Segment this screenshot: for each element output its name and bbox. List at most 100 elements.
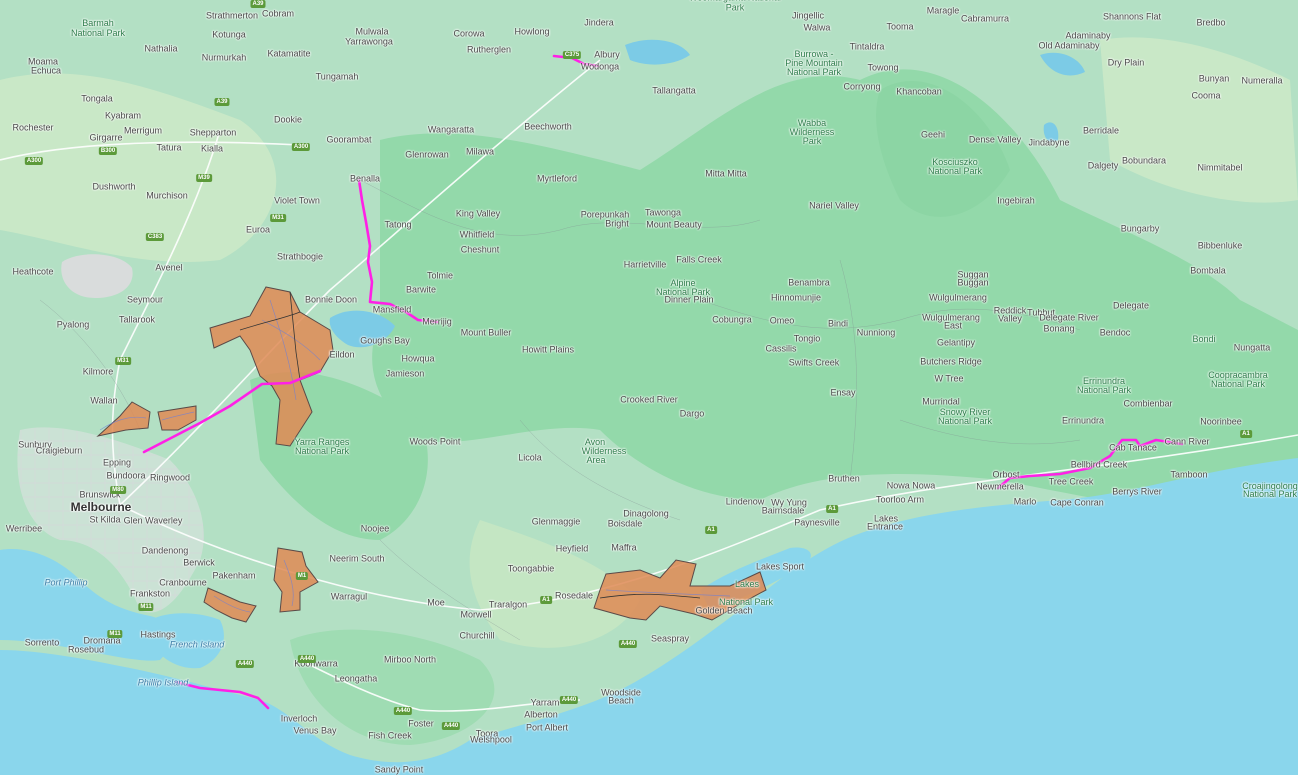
place-label: Khancoban (896, 86, 942, 97)
place-label: Delegate (1112, 300, 1150, 311)
place-label: Mount Buller (460, 327, 512, 338)
place-label: Cann River (1164, 436, 1210, 447)
place-label: National Park (1210, 378, 1266, 389)
place-label: Merrijig (422, 316, 452, 327)
place-label: Nunniong (856, 327, 896, 338)
route-shield-icon: M11 (107, 630, 123, 638)
place-label: Cabramurra (960, 13, 1010, 24)
place-label: Newmerella (976, 481, 1024, 492)
place-label: Glenrowan (405, 149, 449, 160)
place-label: Inverloch (280, 713, 318, 724)
place-label: Tatong (384, 219, 412, 230)
place-label: Bonnie Doon (304, 294, 358, 305)
place-label: Alberton (524, 709, 558, 720)
place-label: Boisdale (607, 518, 643, 529)
place-label: Tolmie (426, 270, 454, 281)
place-label: Kilmore (82, 366, 114, 377)
place-label: Rosedale (554, 590, 594, 601)
place-label: National Park (718, 596, 774, 607)
place-label: Lakes Sport (755, 561, 805, 572)
place-label: Harrietville (623, 259, 667, 270)
place-label: Numeralla (1241, 75, 1283, 86)
route-shield-icon: C383 (145, 233, 165, 241)
place-label: National Park (937, 415, 993, 426)
place-label: Berridale (1082, 125, 1120, 136)
place-label: Bonang (1043, 323, 1075, 334)
place-label: Tallangatta (652, 85, 696, 96)
place-label: Kialla (200, 143, 224, 154)
route-shield-icon: A300 (24, 157, 44, 165)
place-label: Tongala (81, 93, 113, 104)
place-label: Tungamah (315, 71, 359, 82)
place-label: Hastings (140, 629, 176, 640)
place-label: Wodonga (580, 61, 620, 72)
place-label: Eildon (329, 349, 355, 360)
place-label: Mansfield (372, 304, 412, 315)
place-label: Mount Beauty (646, 219, 702, 230)
place-label: Cape Conran (1050, 497, 1104, 508)
place-label: Tree Creek (1048, 476, 1094, 487)
place-label: Howitt Plains (521, 344, 575, 355)
place-label: Goughs Bay (360, 335, 410, 346)
place-label: Cranbourne (159, 577, 207, 588)
place-label: Murchison (146, 190, 188, 201)
place-label: Milawa (465, 146, 495, 157)
place-label: National Park (294, 445, 350, 456)
place-label: Bungarby (1120, 223, 1160, 234)
place-label: Benambra (788, 277, 830, 288)
place-label: Butchers Ridge (920, 356, 982, 367)
place-label: Entrance (866, 521, 904, 532)
place-label: Euroa (245, 224, 271, 235)
place-label: Hinnomunjie (770, 292, 822, 303)
place-label: Licola (518, 452, 542, 463)
place-label: Nathalia (144, 43, 178, 54)
place-label: King Valley (455, 208, 501, 219)
place-label: Dushworth (92, 181, 136, 192)
place-label: Mitta Mitta (705, 168, 747, 179)
route-shield-icon: M31 (270, 214, 286, 222)
place-label: Echuca (30, 65, 62, 76)
place-label: Warragul (330, 591, 368, 602)
place-label: Nowa Nowa (886, 480, 936, 491)
place-label: Morwell (460, 609, 492, 620)
place-label: Park (802, 135, 822, 146)
place-label: Bindi (827, 318, 849, 329)
route-shield-icon: M80 (110, 486, 126, 494)
place-label: Kyabram (104, 110, 142, 121)
place-label: Dookie (273, 114, 303, 125)
place-label: Howqua (401, 353, 435, 364)
place-label: Sorrento (24, 637, 60, 648)
route-shield-icon: M11 (138, 603, 154, 611)
place-label: Murrindal (922, 396, 960, 407)
place-label: Noorinbee (1200, 416, 1242, 427)
place-label: Leongatha (334, 673, 378, 684)
place-label: Nungatta (1233, 342, 1271, 353)
place-label: Yarram (530, 697, 560, 708)
place-label: Avenel (155, 262, 183, 273)
place-label: Kotunga (212, 29, 246, 40)
place-label: Woods Point (409, 436, 461, 447)
place-label: Bombala (1190, 265, 1226, 276)
place-label: Bobundara (1121, 155, 1167, 166)
route-shield-icon: M39 (196, 174, 212, 182)
place-label: East (943, 320, 963, 331)
route-shield-icon: A39 (250, 0, 266, 8)
place-label: Wallan (90, 395, 118, 406)
place-label: Berrys River (1112, 486, 1162, 497)
place-label: Combienbar (1123, 398, 1173, 409)
place-label: Beach (608, 695, 634, 706)
place-label: Seymour (126, 294, 164, 305)
route-shield-icon: M1 (295, 572, 309, 580)
place-label: Dalgety (1087, 160, 1119, 171)
map-view[interactable]: Barmah National Park Strathmerton Cobram Jin… (0, 0, 1298, 775)
place-label: Tatura (156, 142, 182, 153)
place-label: Venus Bay (293, 725, 337, 736)
place-label: Falls Creek (676, 254, 722, 265)
place-label: Geehi (920, 129, 946, 140)
place-label: Welshpool (470, 734, 512, 745)
place-label: Noojee (360, 523, 390, 534)
place-label: Dense Valley (968, 134, 1022, 145)
place-label: Neerim South (329, 553, 385, 564)
place-label: Fish Creek (368, 730, 412, 741)
place-label: Beechworth (524, 121, 572, 132)
